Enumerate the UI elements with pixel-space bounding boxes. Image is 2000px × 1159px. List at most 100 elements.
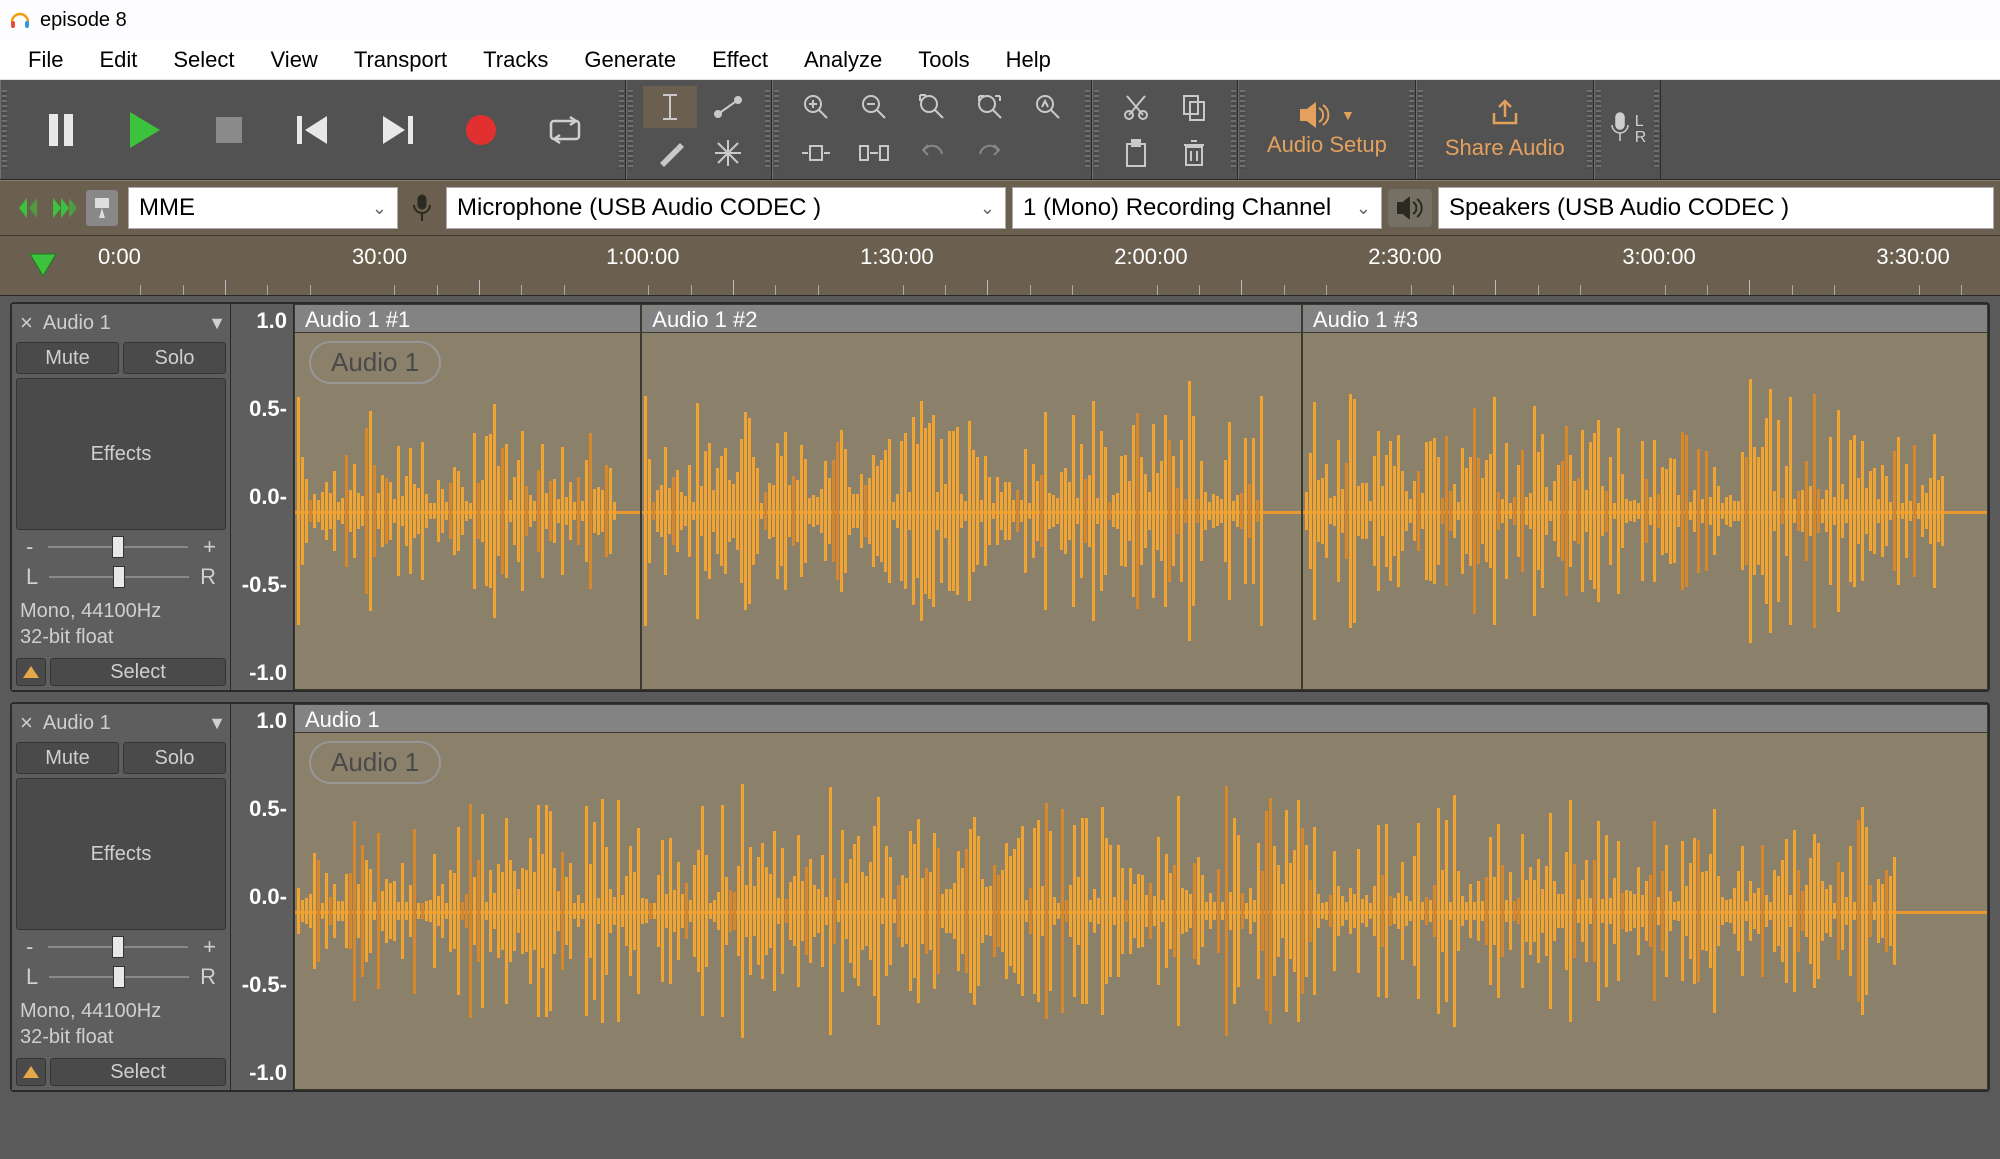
track-2-control-panel: × Audio 1 ▼ Mute Solo Effects - + L R Mo… — [12, 704, 230, 1090]
menu-tools[interactable]: Tools — [900, 41, 987, 79]
window-title: episode 8 — [40, 9, 127, 32]
clip-header[interactable]: Audio 1 #3 — [1303, 305, 1987, 333]
audio-setup-group: ▼ Audio Setup — [1238, 80, 1416, 179]
track-2-waveform-area[interactable]: Audio 1 Audio 1 — [294, 704, 1988, 1090]
timeline-ruler[interactable]: 0:0030:001:00:001:30:002:00:002:30:003:0… — [58, 236, 2000, 295]
menubar: File Edit Select View Transport Tracks G… — [0, 40, 2000, 80]
track-2-mute-button[interactable]: Mute — [16, 742, 119, 774]
stop-button[interactable] — [190, 91, 268, 169]
skip-end-button[interactable] — [358, 91, 436, 169]
track-2-pan-slider[interactable] — [49, 976, 189, 978]
track-1-clip-2[interactable]: Audio 1 #2 — [641, 304, 1302, 690]
app-icon — [8, 8, 32, 32]
audio-host-select[interactable]: MME⌄ — [128, 187, 398, 229]
play-button[interactable] — [106, 91, 184, 169]
playback-device-select[interactable]: Speakers (USB Audio CODEC ) — [1438, 187, 1994, 229]
pan-l-label: L — [26, 564, 38, 590]
playhead-marker-icon[interactable] — [28, 252, 58, 280]
audio-setup-button[interactable]: ▼ Audio Setup — [1245, 102, 1409, 158]
cut-button[interactable] — [1109, 86, 1163, 128]
track-1-close-button[interactable]: × — [16, 310, 37, 336]
titlebar: episode 8 — [0, 0, 2000, 40]
menu-effect[interactable]: Effect — [694, 41, 786, 79]
fit-selection-button[interactable] — [905, 86, 959, 128]
track-2-collapse-button[interactable] — [16, 1058, 46, 1086]
share-audio-button[interactable]: Share Audio — [1423, 99, 1587, 161]
speaker-device-icon — [1388, 189, 1432, 227]
track-2-vscale[interactable]: 1.0 0.5- 0.0- -0.5- -1.0 — [230, 704, 294, 1090]
clip-header[interactable]: Audio 1 #1 — [295, 305, 640, 333]
pause-button[interactable] — [22, 91, 100, 169]
track-1-select-button[interactable]: Select — [50, 658, 226, 686]
recording-device-select[interactable]: Microphone (USB Audio CODEC )⌄ — [446, 187, 1006, 229]
track-1-bitdepth-label: 32-bit float — [20, 624, 222, 650]
zoom-out-button[interactable] — [847, 86, 901, 128]
recording-device-value: Microphone (USB Audio CODEC ) — [457, 194, 821, 222]
track-1-pan-slider[interactable] — [49, 576, 189, 578]
track-2-gain-slider[interactable] — [48, 946, 188, 948]
menu-tracks[interactable]: Tracks — [465, 41, 566, 79]
track-1-mute-button[interactable]: Mute — [16, 342, 119, 374]
zoom-toggle-button[interactable] — [1021, 86, 1075, 128]
draw-tool[interactable] — [643, 132, 697, 174]
gain-plus-label: + — [203, 534, 216, 560]
fit-project-button[interactable] — [963, 86, 1017, 128]
pan-r-label: R — [200, 564, 216, 590]
menu-file[interactable]: File — [10, 41, 81, 79]
delete-button[interactable] — [1167, 132, 1221, 174]
menu-view[interactable]: View — [253, 41, 336, 79]
menu-transport[interactable]: Transport — [336, 41, 465, 79]
menu-edit[interactable]: Edit — [81, 41, 155, 79]
track-2-effects-button[interactable]: Effects — [16, 778, 226, 930]
clip-header[interactable]: Audio 1 #2 — [642, 305, 1301, 333]
track-1-effects-button[interactable]: Effects — [16, 378, 226, 530]
paste-button[interactable] — [1109, 132, 1163, 174]
loop-button[interactable] — [526, 91, 604, 169]
track-2-menu-button[interactable]: ▼ — [208, 713, 226, 734]
main-toolbar: ▼ Audio Setup Share Audio L R — [0, 80, 2000, 180]
track-1-menu-button[interactable]: ▼ — [208, 313, 226, 334]
edit-group — [1092, 80, 1238, 179]
silence-selection-button[interactable] — [847, 132, 901, 174]
track-2-select-button[interactable]: Select — [50, 1058, 226, 1086]
track-1-gain-slider[interactable] — [48, 546, 188, 548]
multi-tool[interactable] — [701, 132, 755, 174]
track-1-clip-1[interactable]: Audio 1 #1 Audio 1 — [294, 304, 641, 690]
copy-button[interactable] — [1167, 86, 1221, 128]
zoom-in-button[interactable] — [789, 86, 843, 128]
selection-tool[interactable] — [643, 86, 697, 128]
track-1-waveform-area[interactable]: Audio 1 #1 Audio 1 Audio 1 #2 Audio 1 #3 — [294, 304, 1988, 690]
menu-help[interactable]: Help — [988, 41, 1069, 79]
record-button[interactable] — [442, 91, 520, 169]
mic-icon — [1609, 111, 1631, 148]
track-2-clip-1[interactable]: Audio 1 Audio 1 — [294, 704, 1988, 1090]
redo-button[interactable] — [963, 132, 1017, 174]
skip-start-button[interactable] — [274, 91, 352, 169]
share-icon — [1490, 99, 1520, 131]
prev-cursor-icon[interactable] — [10, 190, 46, 226]
menu-generate[interactable]: Generate — [566, 41, 694, 79]
track-2-name[interactable]: Audio 1 — [43, 712, 202, 735]
pin-icon[interactable] — [86, 190, 118, 226]
track-2-solo-button[interactable]: Solo — [123, 742, 226, 774]
next-cursor-icon[interactable] — [48, 190, 84, 226]
gain-minus-label: - — [26, 534, 33, 560]
menu-analyze[interactable]: Analyze — [786, 41, 900, 79]
track-1-clip-3[interactable]: Audio 1 #3 — [1302, 304, 1988, 690]
track-1-collapse-button[interactable] — [16, 658, 46, 686]
speaker-icon: ▼ — [1299, 102, 1355, 128]
recording-channels-value: 1 (Mono) Recording Channel — [1023, 194, 1331, 222]
timeline[interactable]: 0:0030:001:00:001:30:002:00:002:30:003:0… — [0, 236, 2000, 296]
recording-channels-select[interactable]: 1 (Mono) Recording Channel⌄ — [1012, 187, 1382, 229]
track-1-solo-button[interactable]: Solo — [123, 342, 226, 374]
track-1-vscale[interactable]: 1.0 0.5- 0.0- -0.5- -1.0 — [230, 304, 294, 690]
track-1-name[interactable]: Audio 1 — [43, 312, 202, 335]
menu-select[interactable]: Select — [155, 41, 252, 79]
clip-header[interactable]: Audio 1 — [295, 705, 1987, 733]
trim-outside-button[interactable] — [789, 132, 843, 174]
track-2-close-button[interactable]: × — [16, 710, 37, 736]
audio-setup-label: Audio Setup — [1267, 132, 1387, 158]
envelope-tool[interactable] — [701, 86, 755, 128]
device-toolbar: MME⌄ Microphone (USB Audio CODEC )⌄ 1 (M… — [0, 180, 2000, 236]
undo-button[interactable] — [905, 132, 959, 174]
